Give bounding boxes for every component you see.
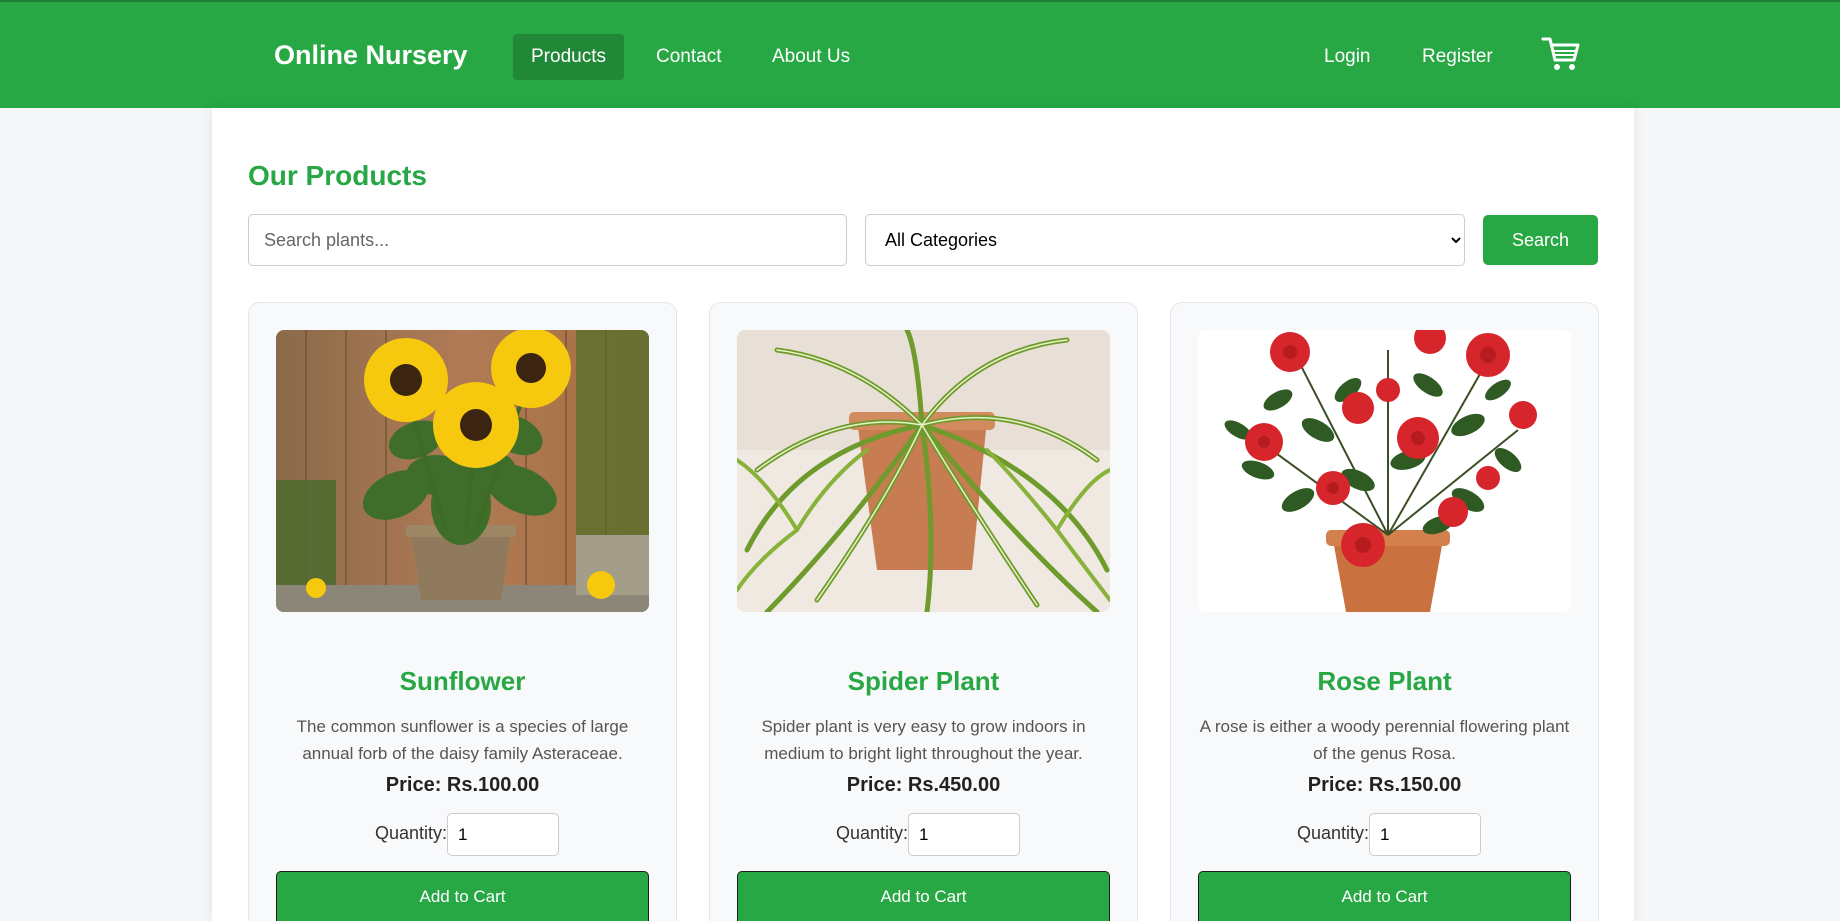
- quantity-input[interactable]: [1369, 813, 1481, 856]
- shopping-cart-icon[interactable]: [1541, 34, 1581, 74]
- product-card-sunflower: Sunflower The common sunflower is a spec…: [248, 302, 677, 921]
- product-image-spider-plant: [737, 330, 1110, 612]
- product-description: Spider plant is very easy to grow indoor…: [761, 717, 1086, 763]
- register-link[interactable]: Register: [1404, 34, 1511, 80]
- quantity-label: Quantity:: [836, 823, 909, 843]
- quantity-input[interactable]: [908, 813, 1020, 856]
- add-to-cart-button[interactable]: Add to Cart: [1198, 871, 1571, 921]
- page-title: Our Products: [248, 160, 427, 191]
- add-to-cart-button[interactable]: Add to Cart: [737, 871, 1110, 921]
- nav-link-about-us[interactable]: About Us: [754, 34, 868, 80]
- product-name: Sunflower: [399, 666, 526, 696]
- product-name: Spider Plant: [847, 666, 1000, 696]
- product-card-rose-plant: Rose Plant A rose is either a woody pere…: [1170, 302, 1599, 921]
- product-description: A rose is either a woody perennial flowe…: [1199, 717, 1570, 763]
- quantity-label: Quantity:: [375, 823, 448, 843]
- products-container: Our Products All Categories Search: [212, 108, 1634, 921]
- search-button[interactable]: Search: [1483, 215, 1598, 265]
- product-image-sunflower: [276, 330, 649, 612]
- login-link[interactable]: Login: [1306, 34, 1389, 80]
- add-to-cart-button[interactable]: Add to Cart: [276, 871, 649, 921]
- quantity-label: Quantity:: [1297, 823, 1370, 843]
- product-description: The common sunflower is a species of lar…: [296, 717, 629, 763]
- product-price: Price: Rs.450.00: [846, 774, 1001, 796]
- product-name: Rose Plant: [1317, 666, 1452, 696]
- nav-link-contact[interactable]: Contact: [638, 34, 739, 80]
- product-price: Price: Rs.150.00: [1307, 774, 1462, 796]
- search-input[interactable]: [248, 214, 847, 266]
- quantity-input[interactable]: [447, 813, 559, 856]
- nav-link-products[interactable]: Products: [513, 34, 624, 80]
- product-card-spider-plant: Spider Plant Spider plant is very easy t…: [709, 302, 1138, 921]
- category-select[interactable]: All Categories: [865, 214, 1465, 266]
- product-price: Price: Rs.100.00: [385, 774, 540, 796]
- brand-logo[interactable]: Online Nursery: [274, 40, 468, 71]
- product-image-rose-plant: [1198, 330, 1571, 612]
- top-navbar: Online Nursery Products Contact About Us…: [0, 0, 1840, 108]
